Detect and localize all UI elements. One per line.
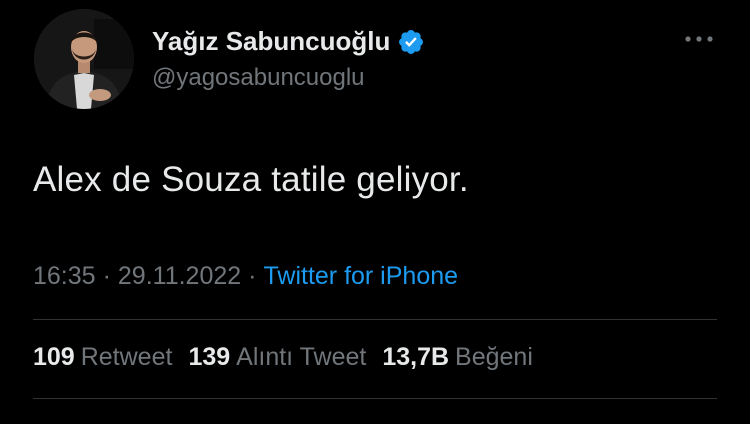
quote-tweets-label: Alıntı Tweet: [236, 343, 367, 371]
author-name-text[interactable]: Yağız Sabuncuoğlu: [152, 26, 390, 57]
divider-bottom: [33, 398, 717, 399]
tweet-date[interactable]: 29.11.2022: [118, 262, 241, 290]
retweets-label: Retweet: [80, 343, 173, 371]
more-options-icon[interactable]: [682, 31, 716, 47]
author-username[interactable]: @yagosabuncuoglu: [152, 64, 365, 92]
author-display-name[interactable]: Yağız Sabuncuoğlu: [152, 26, 425, 57]
likes-count: 13,7B: [382, 343, 450, 371]
tweet-time[interactable]: 16:35: [33, 262, 96, 290]
likes-label: Beğeni: [455, 343, 533, 371]
tweet-text: Alex de Souza tatile geliyor.: [33, 160, 469, 199]
divider: [33, 319, 717, 320]
tweet-source-link[interactable]: Twitter for iPhone: [264, 262, 459, 290]
profile-photo: [34, 9, 134, 109]
meta-separator: ·: [102, 262, 111, 290]
likes-stat[interactable]: 13,7B Beğeni: [382, 343, 533, 372]
verified-badge-icon: [399, 29, 424, 54]
quote-tweets-stat[interactable]: 139 Alıntı Tweet: [188, 343, 366, 372]
retweets-stat[interactable]: 109 Retweet: [33, 343, 172, 372]
tweet-stats: 109 Retweet 139 Alıntı Tweet 13,7B Beğeni: [33, 343, 549, 372]
tweet-meta: 16:35 · 29.11.2022 · Twitter for iPhone: [33, 262, 458, 291]
meta-separator-2: ·: [248, 262, 257, 290]
quote-tweets-count: 139: [188, 343, 231, 371]
avatar[interactable]: [34, 9, 134, 109]
retweets-count: 109: [33, 343, 75, 371]
